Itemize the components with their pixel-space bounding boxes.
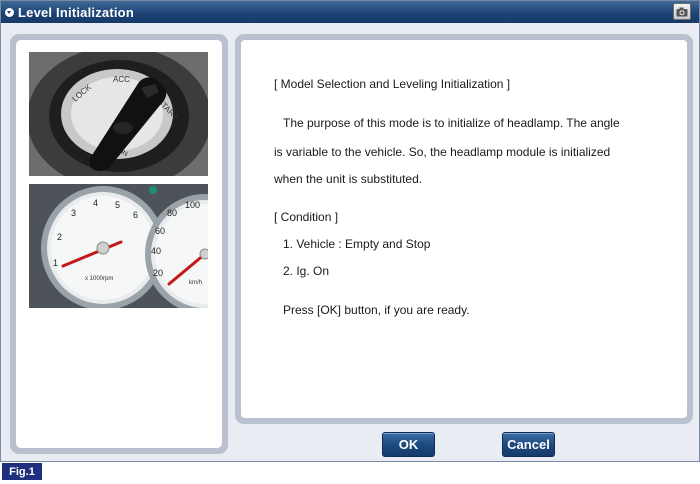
- section-heading: [ Model Selection and Leveling Initializ…: [274, 77, 511, 91]
- tach-tick-4: 4: [93, 198, 98, 208]
- speed-unit-label: km/h: [189, 280, 202, 286]
- speed-tick-100: 100: [185, 200, 200, 210]
- ready-prompt: Press [OK] button, if you are ready.: [283, 303, 470, 317]
- condition-item-1: 1. Vehicle : Empty and Stop: [283, 237, 431, 251]
- condition-item-2: 2. Ig. On: [283, 264, 330, 278]
- title-bullet-icon: [5, 7, 14, 17]
- description-line-2: is variable to the vehicle. So, the head…: [274, 145, 611, 159]
- description-line-3: when the unit is substituted.: [274, 172, 423, 186]
- speed-tick-60: 60: [155, 226, 165, 236]
- figure-label: Fig.1: [2, 463, 42, 480]
- tach-tick-6: 6: [133, 210, 138, 220]
- tach-tick-5: 5: [115, 200, 120, 210]
- condition-heading: [ Condition ]: [274, 210, 339, 224]
- tach-unit-label: x 1000rpm: [85, 276, 113, 282]
- title-bar: Level Initialization: [1, 1, 699, 23]
- instruction-panel-inner: [ Model Selection and Leveling Initializ…: [241, 40, 687, 418]
- instruction-panel: [ Model Selection and Leveling Initializ…: [235, 34, 693, 424]
- ignition-key-photo: LOCK ACC START ON: [29, 52, 208, 176]
- acc-label: ACC: [113, 75, 130, 84]
- instrument-cluster-photo: 1 2 3 4 5 6 x 1000rpm 20 40 60 80 100 km…: [29, 184, 208, 308]
- description-line-1: The purpose of this mode is to initializ…: [283, 116, 620, 130]
- speed-tick-20: 20: [153, 268, 163, 278]
- level-initialization-window: Level Initialization LOCK ACC START ON 1…: [0, 0, 700, 462]
- ok-button[interactable]: OK: [382, 432, 435, 457]
- tach-tick-2: 2: [57, 232, 62, 242]
- speed-tick-40: 40: [151, 246, 161, 256]
- tach-tick-3: 3: [71, 208, 76, 218]
- tach-tick-1: 1: [53, 258, 58, 268]
- image-panel-inner: LOCK ACC START ON 1 2 3 4 5 6 x 1000rpm …: [16, 40, 222, 448]
- image-panel: LOCK ACC START ON 1 2 3 4 5 6 x 1000rpm …: [10, 34, 228, 454]
- speed-tick-80: 80: [167, 208, 177, 218]
- camera-icon[interactable]: [673, 3, 691, 20]
- window-title: Level Initialization: [18, 4, 134, 20]
- cancel-button[interactable]: Cancel: [502, 432, 555, 457]
